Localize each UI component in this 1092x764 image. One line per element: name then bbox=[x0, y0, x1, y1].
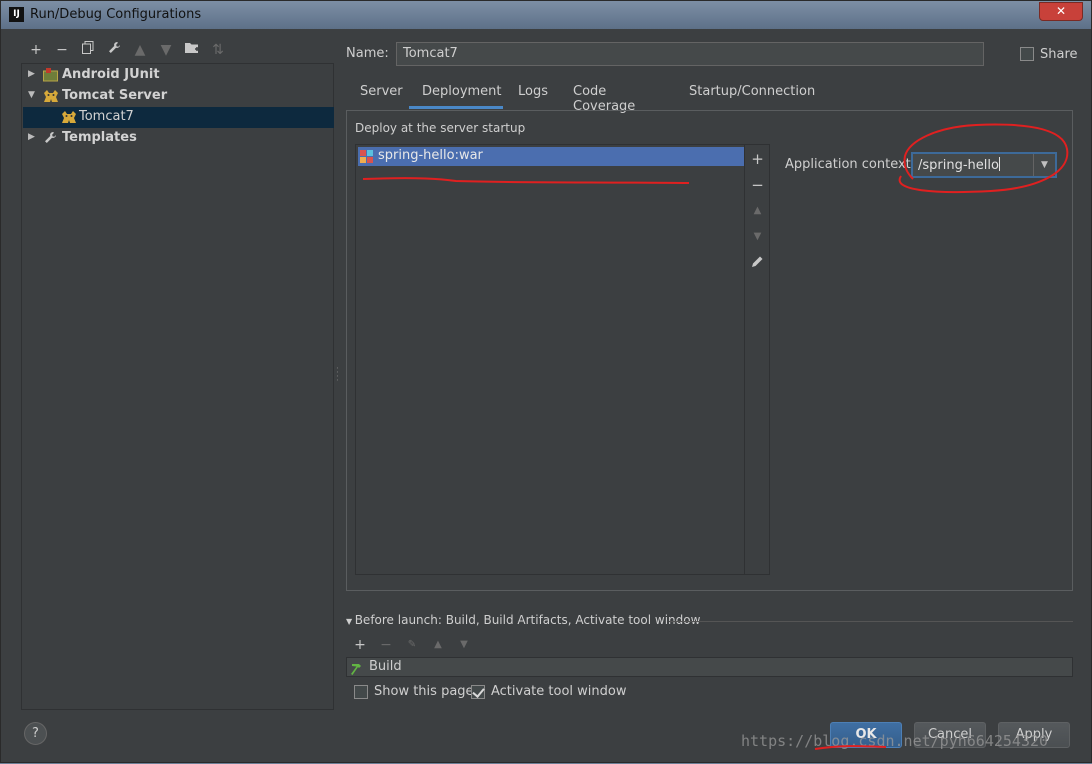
name-input[interactable]: Tomcat7 bbox=[396, 42, 984, 66]
run-debug-dialog: IJ Run/Debug Configurations ✕ + − ▲ ▼ ⇅ … bbox=[0, 0, 1092, 763]
deploy-section-title: Deploy at the server startup bbox=[355, 121, 526, 135]
tree-item-android-junit[interactable]: ▶ Android JUnit bbox=[23, 65, 334, 86]
task-label: Build bbox=[369, 659, 402, 674]
tree-item-tomcat7[interactable]: Tomcat7 bbox=[23, 107, 334, 128]
splitter-handle[interactable]: · · · · bbox=[336, 365, 339, 386]
collapse-arrow-icon[interactable]: ▼ bbox=[28, 90, 35, 100]
tree-item-label: Tomcat7 bbox=[79, 109, 134, 124]
chevron-down-icon[interactable]: ▼ bbox=[1033, 154, 1055, 176]
remove-icon[interactable]: − bbox=[373, 635, 399, 655]
before-launch-toolbar: + − ✎ ▲ ▼ bbox=[347, 635, 477, 655]
wrench-icon[interactable] bbox=[101, 39, 127, 61]
artifact-item[interactable]: spring-hello:war bbox=[358, 147, 744, 166]
share-label: Share bbox=[1040, 47, 1078, 62]
tab-logs[interactable]: Logs bbox=[518, 84, 548, 99]
move-up-icon[interactable]: ▲ bbox=[127, 39, 153, 61]
activate-tool-window-checkbox[interactable] bbox=[471, 685, 485, 699]
tree-item-label: Android JUnit bbox=[62, 67, 160, 82]
tree-item-label: Templates bbox=[62, 130, 137, 145]
artifact-list-toolbar: + − ▲ ▼ bbox=[745, 144, 770, 575]
edit-pencil-icon[interactable] bbox=[745, 251, 770, 275]
app-context-value: /spring-hello bbox=[918, 158, 999, 173]
watermark: https://blog.csdn.net/pyh664254320 bbox=[741, 732, 1049, 750]
title-bar[interactable]: IJ Run/Debug Configurations ✕ bbox=[1, 1, 1091, 29]
move-down-icon[interactable]: ▼ bbox=[153, 39, 179, 61]
remove-icon[interactable]: − bbox=[745, 173, 770, 197]
wrench-icon bbox=[44, 131, 59, 145]
tab-startup-connection[interactable]: Startup/Connection bbox=[689, 84, 815, 99]
config-toolbar: + − ▲ ▼ ⇅ bbox=[23, 39, 231, 61]
help-button[interactable]: ? bbox=[24, 722, 47, 745]
sort-icon[interactable]: ⇅ bbox=[205, 39, 231, 61]
before-launch-list[interactable]: Build bbox=[346, 657, 1073, 677]
share-checkbox[interactable] bbox=[1020, 47, 1034, 61]
before-launch-header[interactable]: ▼ Before launch: Build, Build Artifacts,… bbox=[346, 613, 700, 627]
tree-item-tomcat-server[interactable]: ▼ Tomcat Server bbox=[23, 86, 334, 107]
folder-icon[interactable] bbox=[179, 39, 205, 61]
tree-item-label: Tomcat Server bbox=[62, 88, 168, 103]
tab-deployment[interactable]: Deployment bbox=[422, 84, 502, 99]
activate-tool-window-label: Activate tool window bbox=[491, 684, 627, 699]
move-down-icon[interactable]: ▼ bbox=[745, 225, 770, 249]
remove-icon[interactable]: − bbox=[49, 39, 75, 61]
expand-arrow-icon[interactable]: ▶ bbox=[28, 69, 35, 79]
war-artifact-icon bbox=[360, 150, 374, 163]
window-title: Run/Debug Configurations bbox=[30, 7, 202, 22]
before-launch-title: Before launch: Build, Build Artifacts, A… bbox=[354, 613, 701, 627]
tree-item-templates[interactable]: ▶ Templates bbox=[23, 128, 334, 149]
divider bbox=[669, 621, 1073, 622]
intellij-app-icon: IJ bbox=[9, 7, 24, 22]
add-icon[interactable]: + bbox=[23, 39, 49, 61]
close-icon: ✕ bbox=[1055, 4, 1067, 18]
app-context-label: Application context: bbox=[785, 157, 916, 172]
app-context-combobox[interactable]: /spring-hello ▼ bbox=[911, 152, 1057, 178]
copy-icon[interactable] bbox=[75, 39, 101, 61]
name-label: Name: bbox=[346, 46, 389, 61]
move-down-icon[interactable]: ▼ bbox=[451, 635, 477, 655]
show-page-checkbox[interactable] bbox=[354, 685, 368, 699]
collapse-arrow-icon: ▼ bbox=[346, 617, 355, 626]
move-up-icon[interactable]: ▲ bbox=[425, 635, 451, 655]
artifact-label: spring-hello:war bbox=[378, 148, 483, 163]
tomcat-icon bbox=[43, 89, 58, 103]
active-tab-indicator bbox=[409, 106, 503, 109]
edit-pencil-icon[interactable]: ✎ bbox=[399, 635, 425, 655]
artifact-list[interactable]: spring-hello:war bbox=[355, 144, 745, 575]
close-window-button[interactable]: ✕ bbox=[1039, 2, 1083, 21]
tab-server[interactable]: Server bbox=[360, 84, 403, 99]
configurations-tree[interactable]: ▶ Android JUnit ▼ Tomcat Server Tomcat7 … bbox=[21, 63, 334, 710]
hammer-icon bbox=[350, 661, 365, 680]
show-page-label: Show this page bbox=[374, 684, 474, 699]
add-icon[interactable]: + bbox=[745, 147, 770, 171]
text-caret bbox=[998, 157, 1000, 171]
expand-arrow-icon[interactable]: ▶ bbox=[28, 132, 35, 142]
tomcat-icon bbox=[61, 110, 76, 124]
add-icon[interactable]: + bbox=[347, 635, 373, 655]
move-up-icon[interactable]: ▲ bbox=[745, 199, 770, 223]
android-junit-icon bbox=[43, 68, 58, 82]
